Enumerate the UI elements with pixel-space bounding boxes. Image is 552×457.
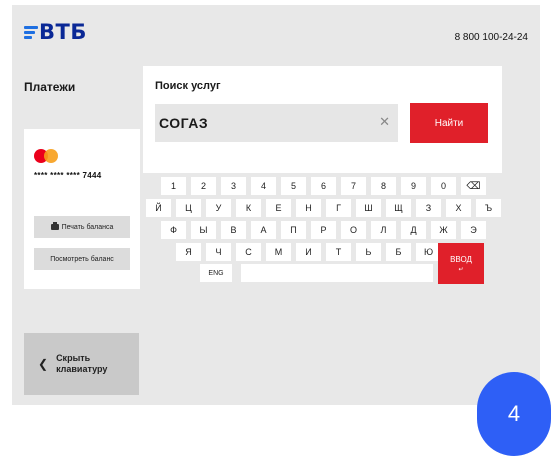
mastercard-icon <box>34 149 58 163</box>
space-key[interactable] <box>241 264 433 282</box>
keyboard-key[interactable]: Й <box>146 199 171 217</box>
keyboard-key[interactable]: Е <box>266 199 291 217</box>
keyboard-key[interactable]: Ъ <box>476 199 501 217</box>
keyboard-key[interactable]: Х <box>446 199 471 217</box>
search-value: СОГАЗ <box>159 115 209 131</box>
keyboard-key[interactable]: С <box>236 243 261 261</box>
keyboard-key[interactable]: И <box>296 243 321 261</box>
keyboard-key[interactable]: Т <box>326 243 351 261</box>
keyboard-key[interactable]: 7 <box>341 177 366 195</box>
view-balance-button[interactable]: Посмотреть баланс <box>34 248 130 270</box>
keyboard-key[interactable]: М <box>266 243 291 261</box>
keyboard-key[interactable]: Ч <box>206 243 231 261</box>
keyboard-key[interactable]: 4 <box>251 177 276 195</box>
search-title: Поиск услуг <box>155 80 221 92</box>
enter-key[interactable]: ВВОД ↵ <box>438 243 484 284</box>
print-balance-label: Печать баланса <box>61 223 114 231</box>
keyboard-key[interactable]: З <box>416 199 441 217</box>
hide-keyboard-label: Скрыть клавиатуру <box>56 353 108 374</box>
keyboard-key[interactable]: 2 <box>191 177 216 195</box>
language-switch-key[interactable]: ENG <box>200 264 232 282</box>
keyboard-key[interactable]: Б <box>386 243 411 261</box>
keyboard-key[interactable]: Ж <box>431 221 456 239</box>
keyboard-key[interactable]: Ь <box>356 243 381 261</box>
keyboard-key[interactable]: Э <box>461 221 486 239</box>
keyboard-key[interactable]: В <box>221 221 246 239</box>
keyboard-key[interactable]: Ф <box>161 221 186 239</box>
clear-icon[interactable]: ✕ <box>379 114 390 130</box>
keyboard-key[interactable]: К <box>236 199 261 217</box>
keyboard-key[interactable]: Ш <box>356 199 381 217</box>
search-input[interactable]: СОГАЗ ✕ <box>155 104 398 142</box>
backspace-key[interactable]: ⌫ <box>461 177 486 195</box>
vtb-logo-icon <box>24 26 38 39</box>
keyboard-key[interactable]: 8 <box>371 177 396 195</box>
card-number: **** **** **** 7444 <box>34 171 102 180</box>
brand-name: ВТБ <box>39 20 87 44</box>
chevron-left-icon: ❮ <box>38 357 49 371</box>
keyboard-key[interactable]: 3 <box>221 177 246 195</box>
keyboard-key[interactable]: Р <box>311 221 336 239</box>
keyboard-key[interactable]: 9 <box>401 177 426 195</box>
keyboard-key[interactable]: Щ <box>386 199 411 217</box>
enter-arrow-icon: ↵ <box>458 266 464 273</box>
find-button[interactable]: Найти <box>410 103 488 143</box>
hide-keyboard-button[interactable]: ❮ Скрыть клавиатуру <box>24 333 139 395</box>
keyboard-key[interactable]: 0 <box>431 177 456 195</box>
header: ВТБ 8 800 100-24-24 <box>12 5 540 63</box>
keyboard-key[interactable]: 1 <box>161 177 186 195</box>
keyboard-key[interactable]: Я <box>176 243 201 261</box>
section-title: Платежи <box>24 80 76 94</box>
keyboard-key[interactable]: 6 <box>311 177 336 195</box>
atm-screen: ВТБ 8 800 100-24-24 Платежи **** **** **… <box>12 5 540 405</box>
search-panel: Поиск услуг СОГАЗ ✕ Найти <box>143 66 502 173</box>
keyboard-key[interactable]: Д <box>401 221 426 239</box>
keyboard-key[interactable]: Ц <box>176 199 201 217</box>
enter-key-label: ВВОД <box>450 254 472 264</box>
printer-icon <box>50 222 59 230</box>
keyboard-key[interactable]: О <box>341 221 366 239</box>
keyboard-key[interactable]: У <box>206 199 231 217</box>
keyboard-key[interactable]: Ы <box>191 221 216 239</box>
keyboard-key[interactable]: А <box>251 221 276 239</box>
keyboard-key[interactable]: П <box>281 221 306 239</box>
keyboard-key[interactable]: 5 <box>281 177 306 195</box>
card-panel: **** **** **** 7444 Печать баланса Посмо… <box>24 129 140 289</box>
vtb-logo: ВТБ <box>24 20 87 44</box>
print-balance-button[interactable]: Печать баланса <box>34 216 130 238</box>
hotline-phone: 8 800 100-24-24 <box>454 32 528 43</box>
keyboard-key[interactable]: Н <box>296 199 321 217</box>
keyboard-key[interactable]: Л <box>371 221 396 239</box>
keyboard-key[interactable]: Г <box>326 199 351 217</box>
step-number-badge: 4 <box>477 372 551 456</box>
